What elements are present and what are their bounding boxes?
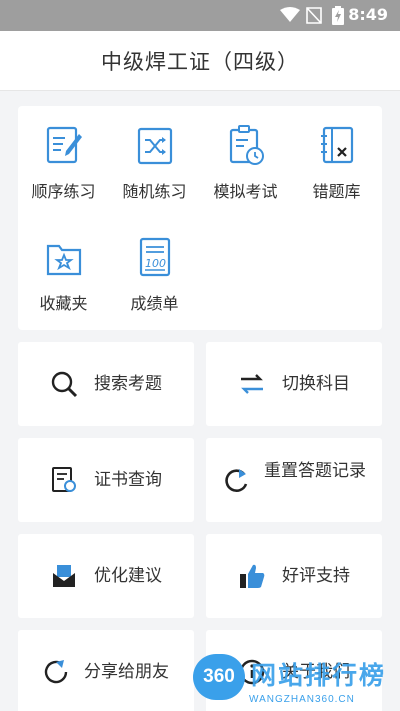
grid-item-label: 模拟考试 bbox=[213, 182, 278, 201]
watermark: 360 网站排行榜 WANGZHAN360.CN bbox=[193, 652, 400, 711]
mail-icon bbox=[53, 565, 75, 587]
rate-support-button[interactable]: 好评支持 bbox=[206, 534, 382, 618]
app-header: 中级焊工证（四级） bbox=[0, 31, 400, 91]
tile-label: 切换科目 bbox=[282, 374, 350, 394]
svg-text:100: 100 bbox=[145, 257, 166, 270]
tile-label: 分享给朋友 bbox=[84, 662, 169, 682]
wrong-questions-icon bbox=[321, 126, 354, 164]
favorites-button[interactable]: 收藏夹 bbox=[18, 218, 109, 328]
thumbs-up-icon bbox=[240, 564, 265, 588]
practice-grid: 顺序练习 随机练习 模拟考试 错题库 收藏夹 100 成绩单 bbox=[18, 106, 382, 330]
share-icon bbox=[44, 660, 68, 684]
favorites-icon bbox=[46, 244, 82, 276]
grid-item-label: 顺序练习 bbox=[31, 182, 96, 201]
switch-icon bbox=[241, 374, 263, 394]
clock: 8:49 bbox=[348, 5, 388, 24]
mock-exam-icon bbox=[229, 125, 264, 165]
watermark-badge: 360 bbox=[193, 654, 245, 700]
watermark-text: 网站排行榜 bbox=[251, 661, 387, 690]
grid-item-label: 随机练习 bbox=[122, 182, 187, 201]
random-practice-button[interactable]: 随机练习 bbox=[109, 106, 200, 216]
tile-label: 搜索考题 bbox=[94, 374, 162, 394]
reset-records-button[interactable]: 重置答题记录 bbox=[206, 438, 382, 522]
no-sim-icon bbox=[306, 7, 322, 24]
tile-label: 好评支持 bbox=[282, 566, 350, 586]
search-icon bbox=[51, 371, 78, 398]
mock-exam-button[interactable]: 模拟考试 bbox=[200, 106, 291, 216]
transcript-button[interactable]: 100 成绩单 bbox=[109, 218, 200, 328]
feedback-button[interactable]: 优化建议 bbox=[18, 534, 194, 618]
certificate-query-button[interactable]: 证书查询 bbox=[18, 438, 194, 522]
wifi-icon bbox=[280, 7, 300, 22]
switch-subject-button[interactable]: 切换科目 bbox=[206, 342, 382, 426]
page-title: 中级焊工证（四级） bbox=[101, 50, 299, 74]
reset-icon bbox=[225, 469, 248, 492]
certificate-icon bbox=[52, 467, 76, 492]
tile-label: 优化建议 bbox=[94, 566, 162, 586]
search-questions-button[interactable]: 搜索考题 bbox=[18, 342, 194, 426]
tile-label: 重置答题记录 bbox=[264, 461, 366, 481]
battery-charging-icon bbox=[332, 6, 344, 25]
transcript-icon: 100 bbox=[139, 237, 171, 277]
grid-item-label: 成绩单 bbox=[130, 294, 179, 313]
watermark-url: WANGZHAN360.CN bbox=[249, 694, 355, 705]
grid-item-label: 收藏夹 bbox=[39, 294, 88, 313]
tile-label: 证书查询 bbox=[94, 470, 162, 490]
sequential-practice-button[interactable]: 顺序练习 bbox=[18, 106, 109, 216]
wrong-questions-button[interactable]: 错题库 bbox=[291, 106, 382, 216]
sequential-practice-icon bbox=[46, 126, 82, 164]
random-practice-icon bbox=[137, 127, 173, 165]
grid-item-label: 错题库 bbox=[312, 182, 361, 201]
status-bar: 8:49 bbox=[0, 0, 400, 31]
share-button[interactable]: 分享给朋友 bbox=[18, 630, 194, 711]
